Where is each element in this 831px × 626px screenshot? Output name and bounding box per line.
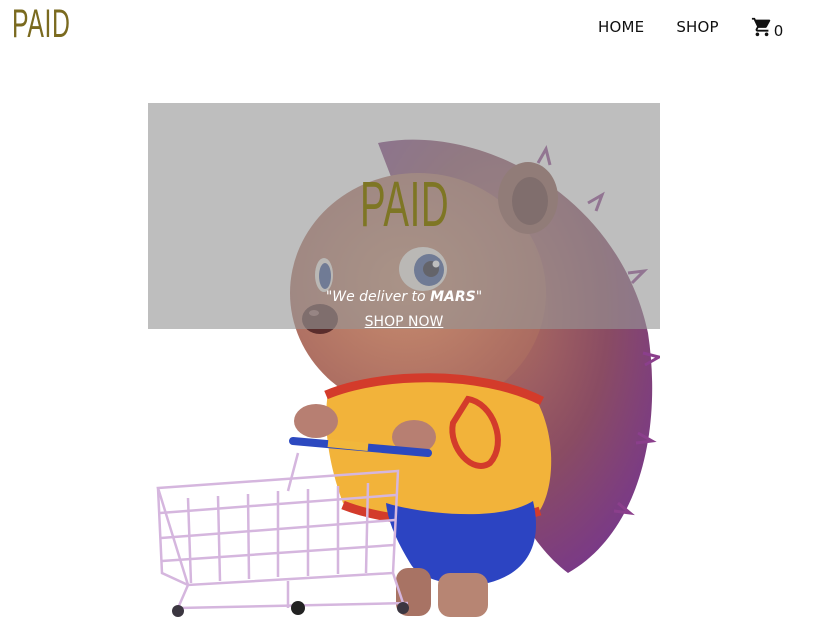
main-nav: HOME SHOP 0	[598, 16, 784, 40]
tagline-prefix: "We deliver to	[325, 289, 431, 305]
shop-now-link[interactable]: SHOP NOW	[365, 314, 444, 330]
cart-button[interactable]: 0	[751, 16, 784, 40]
nav-shop-link[interactable]: SHOP	[676, 18, 718, 36]
hero-logo: PAID	[360, 168, 450, 240]
nav-home-link[interactable]: HOME	[598, 18, 644, 36]
hero-tagline: "We deliver to MARS"	[148, 289, 660, 305]
page: PAID HOME SHOP 0 PAID "We deliver to MAR…	[0, 0, 831, 626]
shopping-cart-icon	[751, 16, 773, 38]
tagline-suffix: "	[475, 289, 483, 305]
site-logo[interactable]: PAID	[12, 4, 71, 44]
tagline-brand: MARS	[430, 289, 476, 305]
cart-count: 0	[773, 22, 784, 40]
shop-now-container: SHOP NOW	[148, 311, 660, 330]
